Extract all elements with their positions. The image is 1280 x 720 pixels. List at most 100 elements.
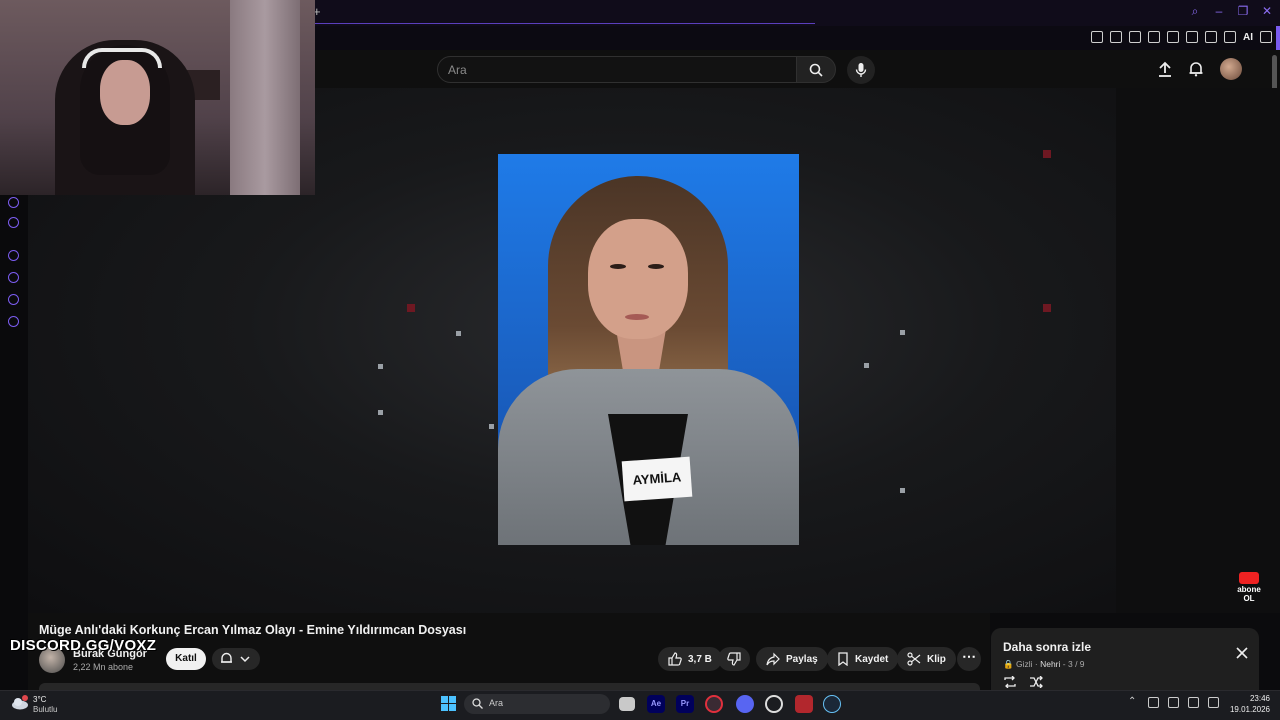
mic-icon[interactable] bbox=[1168, 697, 1179, 708]
thumbs-down-icon bbox=[727, 652, 741, 666]
thumbs-up-icon bbox=[668, 652, 682, 666]
decor-dot bbox=[489, 424, 494, 429]
play-icon[interactable] bbox=[1148, 31, 1160, 43]
volume-icon[interactable] bbox=[1208, 697, 1219, 708]
premiere-icon[interactable]: Pr bbox=[676, 695, 694, 713]
video-title: Müge Anlı'daki Korkunç Ercan Yılmaz Olay… bbox=[39, 623, 467, 637]
shield-icon[interactable] bbox=[1129, 31, 1141, 43]
decor-dot bbox=[378, 410, 383, 415]
playlist-position: 3 / 9 bbox=[1068, 659, 1085, 669]
weather-description[interactable]: Bulutlu bbox=[33, 705, 57, 714]
window-controls: ⌕ – ❐ ✕ bbox=[1188, 4, 1274, 18]
cloud-icon[interactable] bbox=[10, 695, 30, 711]
playlist-subtitle: 🔒 Gizli · Nehri - 3 / 9 bbox=[1003, 659, 1085, 669]
chatgpt-icon[interactable] bbox=[765, 695, 783, 713]
extensions-icon[interactable] bbox=[8, 294, 19, 305]
dislike-button[interactable] bbox=[718, 647, 750, 671]
after-effects-icon[interactable]: Ae bbox=[647, 695, 665, 713]
shuffle-icon[interactable] bbox=[1029, 676, 1043, 688]
pin-icon[interactable] bbox=[1091, 31, 1103, 43]
instagram-icon[interactable] bbox=[8, 197, 19, 208]
decor-dot bbox=[900, 488, 905, 493]
windows-logo-tile bbox=[441, 696, 448, 703]
discord-icon[interactable] bbox=[736, 695, 754, 713]
network-icon[interactable] bbox=[1188, 697, 1199, 708]
loop-icon[interactable] bbox=[1003, 676, 1017, 688]
active-tab-indicator bbox=[315, 23, 815, 24]
webcam-overlay bbox=[0, 0, 315, 195]
share-button[interactable]: Paylaş bbox=[756, 647, 828, 671]
discord-icon[interactable] bbox=[8, 217, 19, 228]
ai-button[interactable]: AI bbox=[1243, 32, 1253, 43]
more-actions-button[interactable]: ⋯ bbox=[957, 647, 981, 671]
face bbox=[588, 219, 688, 339]
decor-dot bbox=[456, 331, 461, 336]
youtube-logo-icon bbox=[1239, 572, 1259, 584]
close-icon[interactable] bbox=[1235, 646, 1249, 660]
taskbar-clock[interactable]: 23:46 19.01.2026 bbox=[1226, 693, 1270, 715]
clip-button[interactable]: Klip bbox=[897, 647, 956, 671]
menu-icon[interactable] bbox=[1260, 31, 1272, 43]
search-button[interactable] bbox=[796, 56, 836, 83]
subscribe-watermark-line2: OL bbox=[1243, 594, 1255, 603]
windows-logo-tile bbox=[441, 704, 448, 711]
upload-icon[interactable] bbox=[1158, 61, 1172, 77]
like-button[interactable]: 3,7 B bbox=[658, 647, 722, 671]
playlist-privacy: Gizli bbox=[1015, 659, 1033, 669]
chevron-up-icon[interactable]: ⌃ bbox=[1128, 697, 1139, 708]
recorder-icon[interactable] bbox=[795, 695, 813, 713]
restore-icon[interactable]: ❐ bbox=[1236, 4, 1250, 18]
subscription-bell-button[interactable] bbox=[212, 648, 260, 670]
browser-sidebar bbox=[0, 195, 28, 690]
weather-temperature[interactable]: 3°C bbox=[33, 695, 46, 704]
decor-dot bbox=[407, 304, 415, 312]
subscribe-watermark[interactable]: abone OL bbox=[1236, 572, 1262, 603]
bell-icon[interactable] bbox=[1188, 61, 1204, 77]
search-input[interactable]: Ara bbox=[437, 56, 797, 83]
name-tag: AYMİLA bbox=[621, 456, 693, 502]
start-button[interactable] bbox=[441, 696, 456, 711]
decor-dot bbox=[900, 330, 905, 335]
description-box[interactable] bbox=[39, 683, 980, 690]
discord-overlay-text: DISCORD.GG/VOXZ bbox=[10, 637, 157, 654]
save-button[interactable]: Kaydet bbox=[827, 647, 899, 671]
add-icon[interactable] bbox=[8, 250, 19, 261]
video-side-backdrop bbox=[1116, 88, 1280, 613]
system-tray: ⌃ bbox=[1128, 697, 1219, 708]
join-button[interactable]: Katıl bbox=[166, 648, 206, 670]
cube-icon[interactable] bbox=[1186, 31, 1198, 43]
clock-date: 19.01.2026 bbox=[1229, 705, 1270, 714]
taskbar-search[interactable]: Ara bbox=[464, 694, 610, 714]
file-explorer-icon[interactable] bbox=[619, 697, 635, 711]
minimize-icon[interactable]: – bbox=[1212, 4, 1226, 18]
decor-dot bbox=[378, 364, 383, 369]
steam-icon[interactable] bbox=[823, 695, 841, 713]
windows-logo-tile bbox=[449, 704, 456, 711]
header-actions bbox=[1158, 58, 1242, 80]
avatar[interactable] bbox=[1220, 58, 1242, 80]
voice-search-button[interactable] bbox=[847, 56, 875, 84]
download-icon[interactable] bbox=[1224, 31, 1236, 43]
bookmark-icon bbox=[838, 652, 848, 666]
curtain bbox=[230, 0, 300, 195]
settings-icon[interactable] bbox=[8, 316, 19, 327]
history-icon[interactable] bbox=[8, 272, 19, 283]
browser-sidebar-toggle[interactable] bbox=[1276, 26, 1280, 50]
eye bbox=[610, 264, 626, 269]
share-label: Paylaş bbox=[786, 653, 818, 665]
clock-time: 23:46 bbox=[1249, 694, 1270, 703]
cloud-sync-icon[interactable] bbox=[1148, 697, 1159, 708]
heart-icon[interactable] bbox=[1167, 31, 1179, 43]
bell-icon bbox=[221, 652, 250, 663]
windows-taskbar bbox=[0, 690, 1280, 720]
search-icon[interactable]: ⌕ bbox=[1188, 4, 1202, 18]
playlist-panel: Daha sonra izle 🔒 Gizli · Nehri - 3 / 9 bbox=[991, 628, 1259, 690]
search-icon bbox=[472, 698, 483, 709]
close-icon[interactable]: ✕ bbox=[1260, 4, 1274, 18]
scissors-icon bbox=[907, 652, 921, 666]
playlist-owner[interactable]: Nehri bbox=[1040, 659, 1060, 669]
opera-icon[interactable] bbox=[705, 695, 723, 713]
box-icon[interactable] bbox=[1205, 31, 1217, 43]
playlist-title[interactable]: Daha sonra izle bbox=[1003, 640, 1091, 654]
screenshot-icon[interactable] bbox=[1110, 31, 1122, 43]
